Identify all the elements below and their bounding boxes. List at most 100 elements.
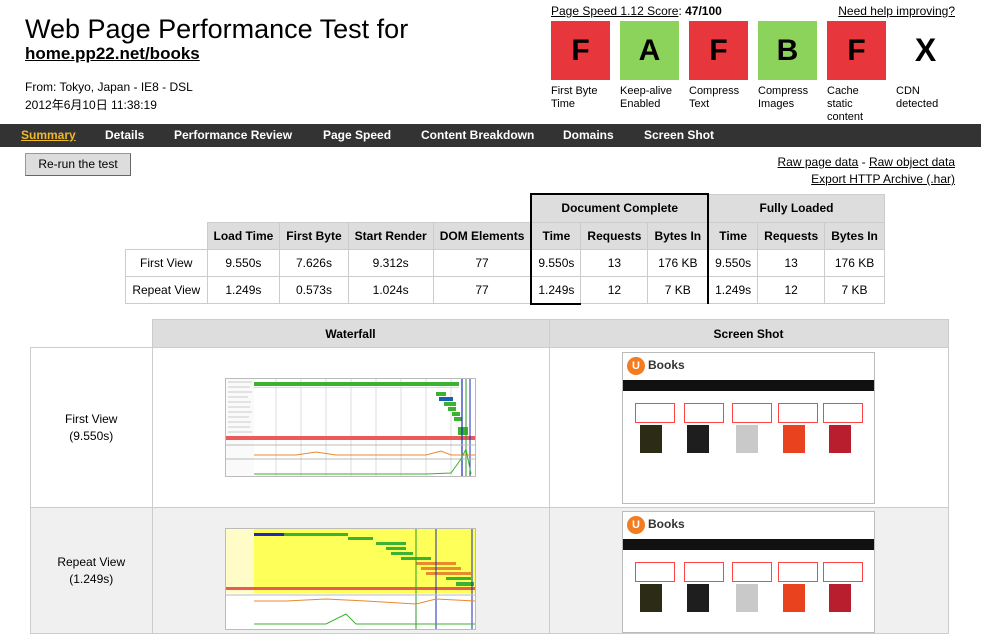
first-view-time: (9.550s): [69, 428, 114, 443]
col-doc-requests: Requests: [580, 221, 649, 250]
book-title-box: [635, 402, 675, 423]
grade-keep-alive[interactable]: A: [620, 21, 679, 80]
col-load-time: Load Time: [206, 221, 281, 250]
book-title-box: [732, 402, 772, 423]
book-title-box: [778, 562, 818, 582]
tab-screen-shot[interactable]: Screen Shot: [644, 124, 714, 147]
table-cell: 77: [432, 275, 532, 304]
repeat-view-time: (1.249s): [69, 571, 114, 586]
tab-details[interactable]: Details: [105, 124, 144, 147]
test-date: 2012年6月10日 11:38:19: [25, 98, 157, 112]
link-separator: -: [861, 155, 866, 169]
table-cell: 1.249s: [206, 275, 281, 304]
grade-first-byte[interactable]: F: [551, 21, 610, 80]
repeat-view-row-label: Repeat View (1.249s): [30, 507, 153, 634]
page-speed-score-value: 47/100: [685, 4, 722, 18]
raw-object-data-link[interactable]: Raw object data: [869, 155, 955, 169]
book-cover: [783, 584, 805, 612]
book-cover: [640, 584, 662, 612]
grade-cache-static[interactable]: F: [827, 21, 886, 80]
grade-label-first-byte: First Byte Time: [551, 85, 598, 110]
table-cell: 7.626s: [279, 248, 349, 277]
col-doc-time: Time: [530, 221, 582, 250]
export-har-link[interactable]: Export HTTP Archive (.har): [811, 172, 955, 186]
repeat-view-waterfall-thumb[interactable]: [225, 528, 476, 630]
tested-url-link[interactable]: home.pp22.net/books: [25, 44, 200, 64]
col-full-requests: Requests: [757, 221, 826, 250]
book-title-box: [778, 402, 818, 423]
fully-loaded-header: Fully Loaded: [707, 193, 885, 223]
table-cell: 1.249s: [530, 275, 582, 305]
screenshot-header: Screen Shot: [548, 319, 949, 348]
book-title-box: [684, 402, 724, 423]
grade-label-compress-images: Compress Images: [758, 85, 809, 110]
table-cell: 7 KB: [824, 275, 885, 304]
waterfall-graphic: [226, 379, 475, 476]
document-complete-header: Document Complete: [530, 193, 709, 223]
site-logo-icon: U: [627, 516, 645, 534]
repeat-view-waterfall-cell: [151, 507, 550, 634]
grade-compress-images[interactable]: B: [758, 21, 817, 80]
col-full-time: Time: [707, 221, 759, 250]
book-cover: [736, 584, 758, 612]
test-location: From: Tokyo, Japan - IE8 - DSL: [25, 80, 193, 94]
table-cell: 176 KB: [824, 248, 885, 277]
site-brand: Books: [648, 357, 685, 372]
table-cell: 12: [757, 275, 826, 304]
tab-page-speed[interactable]: Page Speed: [323, 124, 391, 147]
table-cell: 12: [580, 275, 649, 304]
col-dom-elements: DOM Elements: [432, 221, 532, 250]
table-cell: 13: [757, 248, 826, 277]
first-view-row-label: First View (9.550s): [30, 347, 153, 508]
first-view-screenshot-cell: U Books: [548, 347, 949, 508]
first-view-screenshot-thumb[interactable]: U Books: [622, 351, 875, 504]
main-nav: Summary Details Performance Review Page …: [0, 124, 981, 147]
first-view-waterfall-cell: [151, 347, 550, 508]
repeat-view-screenshot-cell: U Books: [548, 507, 949, 634]
table-cell: 1.249s: [707, 275, 759, 304]
book-cover: [829, 584, 851, 612]
grade-compress-text[interactable]: F: [689, 21, 748, 80]
table-cell: 13: [580, 248, 649, 277]
book-cover: [829, 424, 851, 453]
waterfall-graphic: [226, 529, 476, 629]
site-nav-bar: [623, 379, 874, 391]
book-cover: [736, 424, 758, 453]
rerun-test-button[interactable]: Re-run the test: [25, 153, 131, 176]
table-cell: 9.550s: [206, 248, 281, 277]
table-cell: 176 KB: [647, 248, 709, 277]
results-table: Document Complete Fully Loaded Load Time…: [125, 193, 885, 305]
table-cell: 1.024s: [347, 275, 434, 304]
tab-domains[interactable]: Domains: [563, 124, 614, 147]
raw-page-data-link[interactable]: Raw page data: [778, 155, 859, 169]
book-cover: [687, 424, 709, 453]
book-cover: [783, 424, 805, 453]
visuals-table: Waterfall Screen Shot First View (9.550s…: [30, 319, 949, 634]
help-improving-link[interactable]: Need help improving?: [838, 4, 955, 18]
table-row: Repeat View 1.249s 0.573s 1.024s 77 1.24…: [125, 275, 885, 305]
row-label-repeat-view: Repeat View: [125, 275, 208, 304]
page-speed-score[interactable]: Page Speed 1.12 Score: 47/100: [551, 4, 722, 18]
tab-performance-review[interactable]: Performance Review: [174, 124, 292, 147]
first-view-label: First View: [65, 411, 118, 426]
site-nav-bar: [623, 539, 874, 550]
page-speed-score-label[interactable]: Page Speed 1.12 Score: [551, 4, 678, 18]
book-title-box: [635, 562, 675, 582]
site-logo-icon: U: [627, 356, 645, 375]
repeat-view-label: Repeat View: [57, 554, 126, 569]
tab-content-breakdown[interactable]: Content Breakdown: [421, 124, 534, 147]
table-cell: 77: [432, 248, 532, 277]
tab-summary[interactable]: Summary: [21, 124, 76, 147]
first-view-waterfall-thumb[interactable]: [225, 378, 476, 477]
col-first-byte: First Byte: [279, 221, 349, 250]
book-title-box: [823, 402, 863, 423]
repeat-view-screenshot-thumb[interactable]: U Books: [622, 511, 875, 633]
table-cell: 0.573s: [279, 275, 349, 304]
page-title: Web Page Performance Test for: [25, 14, 409, 44]
waterfall-header: Waterfall: [151, 319, 550, 348]
grade-label-cache-static: Cache static content: [827, 85, 864, 123]
grade-label-compress-text: Compress Text: [689, 85, 740, 110]
table-cell: 9.312s: [347, 248, 434, 277]
raw-data-links: Raw page data - Raw object data Export H…: [778, 154, 955, 188]
grade-cdn[interactable]: X: [896, 21, 955, 80]
